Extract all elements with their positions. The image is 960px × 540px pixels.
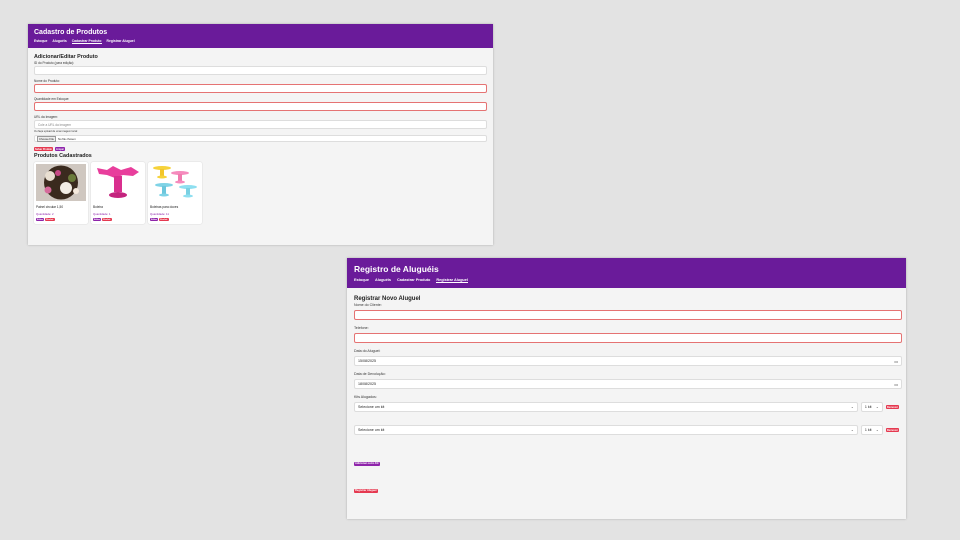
product-name: Painel circular 1,50 <box>36 205 64 209</box>
chevron-down-icon: ⌄ <box>875 428 879 432</box>
save-product-button[interactable]: Salvar Produto <box>34 147 54 151</box>
return-date-value: 18/08/2025 <box>358 382 376 386</box>
nav-cadastrar-produto[interactable]: Cadastrar Produto <box>71 39 102 44</box>
nav-estoque[interactable]: Estoque <box>34 39 47 44</box>
product-id-input[interactable] <box>34 66 487 75</box>
edit-button[interactable]: Editar <box>93 218 102 221</box>
nav-registrar-aluguel[interactable]: Registrar Aluguel <box>107 39 135 44</box>
nav-cadastrar-produto[interactable]: Cadastrar Produto <box>397 278 430 283</box>
products-window: Cadastro de Produtos Estoque Aluguéis Ca… <box>28 24 493 245</box>
return-date-input[interactable]: 18/08/2025 ▭ <box>354 379 902 389</box>
delete-button[interactable]: Excluir <box>159 218 169 221</box>
product-image <box>36 164 86 201</box>
form-title: Registrar Novo Aluguel <box>354 296 421 302</box>
product-card: Boleiras para doces Quantidade: 11 Edita… <box>148 162 202 224</box>
kit-select-value: Selecione um kit <box>358 405 385 409</box>
product-qty: Quantidade: 1 <box>93 212 111 216</box>
edit-button[interactable]: Editar <box>150 218 159 221</box>
product-name: Boleiras para doces <box>150 205 179 209</box>
page-title: Cadastro de Produtos <box>34 29 108 36</box>
kit-qty-value: 1 kit <box>864 405 872 409</box>
header: Cadastro de Produtos Estoque Aluguéis Ca… <box>28 24 493 48</box>
upload-hint: Ou faça upload de uma imagem local: <box>34 130 78 133</box>
product-card: Painel circular 1,50 Quantidade: 2 Edita… <box>34 162 88 224</box>
kit-row: Selecione um kit ⌄ 1 kit ⌄ Remover <box>354 402 899 412</box>
image-url-input[interactable]: Cole a URL da imagem <box>34 120 487 129</box>
kit-qty-select[interactable]: 1 kit ⌄ <box>860 402 883 412</box>
register-rental-button[interactable]: Registrar Aluguel <box>354 488 378 493</box>
page-title: Registro de Aluguéis <box>354 264 439 274</box>
calendar-icon[interactable]: ▭ <box>894 382 898 387</box>
nav-bar: Estoque Aluguéis Cadastrar Produto Regis… <box>354 278 899 283</box>
product-name-input[interactable] <box>34 84 487 93</box>
nav-estoque[interactable]: Estoque <box>354 278 369 283</box>
product-qty: Quantidade: 11 <box>150 212 169 216</box>
product-image <box>150 164 200 201</box>
edit-button[interactable]: Editar <box>36 218 45 221</box>
remove-kit-button[interactable]: Remover <box>885 428 899 432</box>
delete-button[interactable]: Excluir <box>102 218 112 221</box>
product-qty: Quantidade: 2 <box>36 212 54 216</box>
no-file-text: No file chosen <box>57 136 76 141</box>
url-placeholder: Cole a URL da imagem <box>38 123 72 127</box>
client-name-input[interactable] <box>354 310 902 320</box>
name-label: Nome do Produto: <box>34 79 60 83</box>
delete-button[interactable]: Excluir <box>45 218 55 221</box>
product-image <box>93 164 143 201</box>
product-qty-input[interactable] <box>34 102 487 111</box>
rent-date-value: 15/08/2025 <box>358 359 376 363</box>
calendar-icon[interactable]: ▭ <box>894 359 898 364</box>
choose-file-button[interactable]: Choose File <box>37 135 56 142</box>
file-upload: Choose File No file chosen <box>34 135 487 142</box>
phone-input[interactable] <box>354 333 902 343</box>
product-name: Boleira <box>93 205 103 209</box>
nav-bar: Estoque Aluguéis Cadastrar Produto Regis… <box>34 39 487 44</box>
product-card: Boleira Quantidade: 1 Editar Excluir <box>91 162 145 224</box>
header: Registro de Aluguéis Estoque Aluguéis Ca… <box>347 258 906 288</box>
chevron-down-icon: ⌄ <box>850 428 854 432</box>
kit-select[interactable]: Selecione um kit ⌄ <box>354 402 858 412</box>
nav-alugueis[interactable]: Aluguéis <box>375 278 391 283</box>
id-label: ID do Produto (para edição): <box>34 61 75 65</box>
form-title: Adicionar/Editar Produto <box>34 54 98 60</box>
rental-window: Registro de Aluguéis Estoque Aluguéis Ca… <box>347 258 906 519</box>
url-label: URL da Imagem: <box>34 115 58 119</box>
kit-row: Selecione um kit ⌄ 1 kit ⌄ Remover <box>354 425 899 435</box>
chevron-down-icon: ⌄ <box>850 405 854 409</box>
products-list-title: Produtos Cadastrados <box>34 153 92 159</box>
remove-kit-button[interactable]: Remover <box>885 405 899 409</box>
qty-label: Quantidade em Estoque: <box>34 97 70 101</box>
kit-select-value: Selecione um kit <box>358 428 385 432</box>
products-grid: Painel circular 1,50 Quantidade: 2 Edita… <box>34 162 487 224</box>
kit-qty-select[interactable]: 1 kit ⌄ <box>860 425 883 435</box>
chevron-down-icon: ⌄ <box>875 405 879 409</box>
kit-select[interactable]: Selecione um kit ⌄ <box>354 425 858 435</box>
nav-registrar-aluguel[interactable]: Registrar Aluguel <box>436 278 468 283</box>
clear-button[interactable]: Limpar <box>55 147 65 151</box>
add-kit-button[interactable]: Adicionar outro Kit <box>354 461 380 466</box>
nav-alugueis[interactable]: Aluguéis <box>52 39 66 44</box>
rent-date-input[interactable]: 15/08/2025 ▭ <box>354 356 902 366</box>
kit-qty-value: 1 kit <box>864 428 872 432</box>
